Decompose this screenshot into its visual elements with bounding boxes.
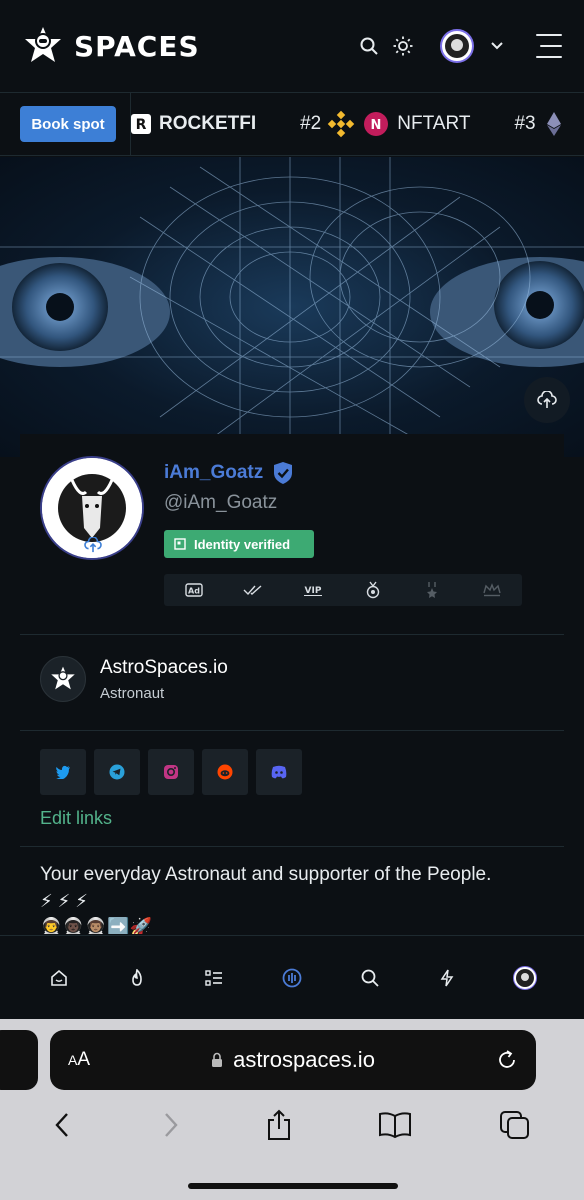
svg-text:VIP: VIP — [305, 586, 322, 596]
svg-text:R: R — [136, 117, 147, 133]
twitter-link[interactable] — [40, 749, 86, 795]
edit-links-link[interactable]: Edit links — [40, 808, 112, 829]
theme-toggle-sun-icon[interactable] — [388, 31, 418, 61]
reload-icon[interactable] — [496, 1049, 518, 1071]
bio-text: Your everyday Astronaut and supporter of… — [40, 864, 492, 885]
lock-icon — [212, 1052, 223, 1067]
bio-emoji-line: 👨‍🚀👨🏿‍🚀👨🏽‍🚀➡️🚀 — [40, 917, 153, 934]
browser-chrome: AA astrospaces.io — [0, 1019, 584, 1200]
ticker-item-nftart[interactable]: #2 N NFTART — [300, 110, 470, 138]
tabs-icon[interactable] — [499, 1110, 531, 1140]
ticker-rank: #2 — [300, 113, 322, 134]
organization-role: Astronaut — [100, 684, 165, 702]
social-links — [40, 749, 302, 795]
list-icon — [205, 969, 223, 986]
ticker-track: R ROCKETFI #2 N NFTART #3 — [131, 110, 584, 138]
discord-icon — [271, 765, 287, 779]
identity-verified-label: Identity verified — [194, 536, 291, 552]
chevron-down-icon[interactable] — [482, 31, 512, 61]
double-check-badge-icon[interactable] — [242, 581, 264, 599]
profile-banner-image — [0, 157, 584, 457]
nav-profile[interactable] — [505, 958, 545, 998]
nav-spaces[interactable] — [272, 958, 312, 998]
hamburger-menu-icon[interactable] — [534, 31, 564, 61]
spaces-logo[interactable]: SPACES — [20, 23, 200, 69]
bottom-navigation — [0, 935, 584, 1019]
profile-card: iAm_Goatz @iAm_Goatz Identity verified A… — [20, 434, 564, 954]
browser-toolbar — [0, 1103, 584, 1147]
section-divider — [20, 730, 564, 731]
telegram-link[interactable] — [94, 749, 140, 795]
address-bar[interactable]: AA astrospaces.io — [50, 1030, 536, 1090]
medal-badge-icon[interactable] — [362, 581, 384, 599]
instagram-icon — [164, 765, 178, 779]
ad-badge-icon[interactable]: Ad — [183, 581, 205, 599]
forward-chevron-icon[interactable] — [160, 1111, 180, 1139]
audio-spaces-icon — [282, 968, 302, 987]
banner-artwork — [0, 157, 584, 457]
user-avatar[interactable] — [440, 29, 474, 63]
astronaut-logo-icon — [25, 27, 61, 62]
bolt-icon — [440, 969, 454, 986]
home-icon — [51, 969, 67, 986]
ticker-rank: #3 — [514, 113, 536, 134]
telegram-icon — [109, 764, 125, 780]
binance-icon — [328, 110, 355, 138]
instagram-link[interactable] — [148, 749, 194, 795]
nav-home[interactable] — [39, 958, 79, 998]
nav-activity[interactable] — [427, 958, 467, 998]
achievement-badges: Ad VIP — [164, 574, 522, 606]
astronaut-logo-icon — [51, 666, 75, 690]
ticker-name: NFTART — [397, 113, 471, 134]
logo-text: SPACES — [74, 29, 200, 63]
search-icon — [361, 969, 379, 987]
section-divider — [20, 846, 564, 847]
home-indicator — [188, 1183, 398, 1189]
app-header: SPACES — [0, 0, 584, 92]
section-divider — [20, 634, 564, 635]
banner-upload-button[interactable] — [524, 377, 570, 423]
svg-text:N: N — [371, 118, 382, 133]
reddit-icon — [217, 764, 233, 780]
flame-icon — [131, 968, 142, 986]
svg-text:Ad: Ad — [188, 587, 200, 596]
ticker-item-3[interactable]: #3 — [514, 111, 561, 137]
back-chevron-icon[interactable] — [53, 1111, 73, 1139]
nav-trending[interactable] — [117, 958, 157, 998]
organization-row[interactable]: AstroSpaces.io Astronaut — [40, 656, 228, 702]
reader-text-size-button[interactable]: AA — [68, 1049, 90, 1071]
share-icon[interactable] — [266, 1109, 292, 1141]
ticker-name: ROCKETFI — [159, 113, 257, 134]
id-card-icon — [174, 538, 186, 550]
trending-ticker: Book spot R ROCKETFI #2 N NFTART #3 — [0, 92, 584, 156]
cloud-upload-icon — [537, 391, 557, 408]
discord-link[interactable] — [256, 749, 302, 795]
identity-verified-badge: Identity verified — [164, 530, 314, 558]
nftart-logo-icon: N — [364, 112, 389, 136]
search-icon[interactable] — [354, 31, 384, 61]
bookmarks-book-icon[interactable] — [378, 1111, 412, 1139]
nav-list[interactable] — [194, 958, 234, 998]
profile-avatar-icon — [513, 965, 538, 990]
display-name: iAm_Goatz — [164, 462, 264, 483]
star-medal-badge-icon[interactable] — [421, 581, 443, 599]
reddit-link[interactable] — [202, 749, 248, 795]
user-handle: @iAm_Goatz — [164, 492, 278, 513]
bio-emoji-line: ⚡ ⚡ ⚡ — [40, 891, 88, 911]
ethereum-icon — [546, 112, 561, 136]
book-spot-button[interactable]: Book spot — [20, 106, 116, 142]
cloud-upload-icon — [84, 537, 102, 553]
rocketfi-logo-icon: R — [131, 114, 151, 134]
previous-tab-preview[interactable] — [0, 1030, 38, 1090]
verified-shield-icon — [274, 462, 292, 484]
twitter-icon — [56, 765, 70, 779]
organization-name: AstroSpaces.io — [100, 656, 228, 678]
url-text: astrospaces.io — [233, 1047, 375, 1072]
avatar-upload-button[interactable] — [78, 530, 108, 560]
ticker-item-rocketfi[interactable]: R ROCKETFI — [131, 113, 256, 135]
vip-badge-icon[interactable]: VIP — [302, 581, 324, 599]
astrospaces-logo — [40, 656, 86, 702]
nav-search[interactable] — [350, 958, 390, 998]
crown-badge-icon[interactable] — [481, 581, 503, 599]
